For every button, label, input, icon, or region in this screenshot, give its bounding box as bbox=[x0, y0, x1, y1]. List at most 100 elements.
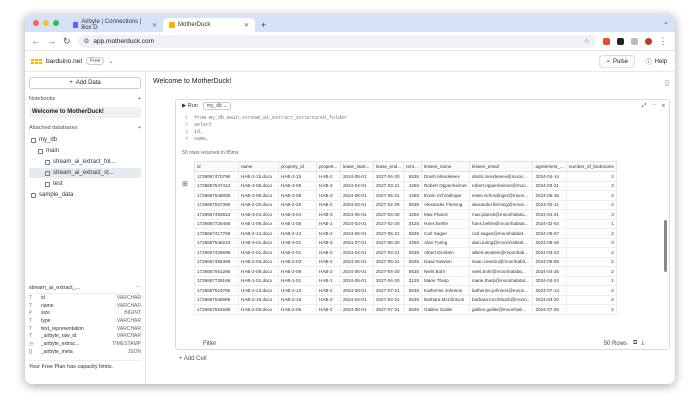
tree-item[interactable]: test bbox=[29, 179, 141, 189]
column-header[interactable]: id bbox=[194, 161, 239, 172]
attach-database-icon[interactable]: + bbox=[138, 125, 141, 131]
panel-toggle-icon[interactable]: ▯ bbox=[665, 79, 669, 87]
table-row[interactable]: 1728667554596 HAB-2-05.docx HAB-2-05 HAB-2 2… bbox=[194, 304, 617, 315]
filter-button[interactable]: Filter bbox=[203, 341, 216, 347]
chevron-down-icon[interactable]: ⌄ bbox=[108, 58, 113, 65]
url-text: app.motherduck.com bbox=[93, 37, 155, 45]
tab-search-icon[interactable]: ⌄ bbox=[663, 18, 669, 26]
table-cell: 5535 bbox=[403, 171, 423, 182]
more-options-icon[interactable]: ⋯ bbox=[136, 285, 142, 291]
hamburger-icon[interactable]: ≡ bbox=[662, 103, 665, 109]
field-type: VARCHAR bbox=[116, 302, 141, 309]
column-header[interactable]: name bbox=[238, 161, 279, 172]
column-header[interactable]: lease_start... bbox=[340, 161, 374, 172]
run-button[interactable]: ▶ Run bbox=[182, 103, 198, 109]
table-row[interactable]: 1728667547413 HAB-3-06.docx HAB-3-06 HAB-3 2… bbox=[194, 180, 617, 191]
table-cell: HAB-2 bbox=[316, 304, 341, 315]
table-row[interactable]: 1728667493813 HAB-3-04.docx HAB-3-04 HAB-3 2… bbox=[194, 209, 617, 220]
column-header[interactable]: lessee_name bbox=[421, 161, 470, 172]
extensions-puzzle-icon[interactable] bbox=[630, 37, 638, 45]
close-window-icon[interactable] bbox=[33, 20, 39, 26]
database-selector[interactable]: my_db ⌄ bbox=[202, 102, 232, 110]
column-header[interactable]: lessee_email bbox=[468, 161, 534, 172]
table-cell: Alan Turing bbox=[421, 237, 470, 248]
table-cell: 2024-04-21 bbox=[532, 209, 567, 220]
tab-airbyte[interactable]: Airbyte | Connections | Box D ✕ bbox=[67, 18, 163, 32]
column-header[interactable]: rent... bbox=[403, 161, 423, 172]
table-cell: HAB-3-08 bbox=[278, 190, 317, 201]
tree-item[interactable]: sample_data bbox=[29, 190, 141, 200]
table-cell: 2024-04-01 bbox=[340, 180, 374, 191]
table-cell: 2 bbox=[565, 228, 617, 239]
table-row[interactable]: 1728667546996 HAB-2-16.docx HAB-2-16 HAB-2 2… bbox=[194, 294, 617, 305]
table-cell: 5535 bbox=[403, 266, 423, 277]
column-header[interactable]: number_of_bedrooms bbox=[565, 161, 617, 172]
close-tab-icon[interactable]: ✕ bbox=[152, 22, 157, 29]
table-cell: HAB-2-20 bbox=[278, 199, 317, 210]
tab-motherduck[interactable]: MotherDuck ✕ bbox=[163, 18, 255, 32]
tree-item[interactable]: my_db bbox=[29, 135, 141, 145]
reload-icon[interactable]: ↻ bbox=[63, 36, 71, 46]
table-row[interactable]: 1728667548005 HAB-3-08.docx HAB-3-08 HAB-3 2… bbox=[194, 190, 617, 201]
table-cell: 1 bbox=[565, 275, 617, 286]
table-cell: 2027-04-30 bbox=[372, 171, 405, 182]
notebook-item[interactable]: Welcome to MotherDuck! bbox=[29, 107, 141, 118]
add-data-button[interactable]: + Add Data bbox=[29, 77, 141, 89]
field-name: text_representation bbox=[41, 325, 84, 332]
org-name[interactable]: barduino.net bbox=[46, 58, 82, 65]
chart-toggle-icon[interactable]: ⊞ bbox=[182, 180, 188, 188]
table-row[interactable]: 1728667519786 HAB-2-13.docx HAB-2-13 HAB-2 2… bbox=[194, 285, 617, 296]
table-row[interactable]: 1728667537396 HAB-2-20.docx HAB-2-20 HAB-2 2… bbox=[194, 199, 617, 210]
table-cell: 4250 bbox=[403, 180, 423, 191]
row-count: 50 Rows bbox=[603, 340, 628, 347]
column-header[interactable]: property_id bbox=[278, 161, 317, 172]
table-row[interactable]: 1728667548213 HAB-3-01.docx HAB-3-01 HAB-3 2… bbox=[194, 237, 617, 248]
results-scrollbar[interactable] bbox=[664, 220, 667, 272]
bookmark-star-icon[interactable]: ☆ bbox=[584, 37, 590, 45]
forward-icon[interactable]: → bbox=[47, 36, 56, 46]
add-cell-button[interactable]: + Add Cell bbox=[179, 356, 207, 362]
table-cell: 5535 bbox=[403, 304, 423, 315]
table-cell: 5535 bbox=[403, 285, 423, 296]
table-cell: HAB-2-05 bbox=[278, 304, 317, 315]
expand-icon[interactable]: ⤢ bbox=[642, 103, 646, 110]
column-header[interactable]: agreement_... bbox=[532, 161, 567, 172]
copy-icon[interactable]: ⧉ bbox=[633, 340, 637, 347]
pulse-button[interactable]: ⌁ Pulse bbox=[599, 55, 635, 68]
back-icon[interactable]: ← bbox=[31, 36, 40, 46]
results-grid: id name property_id propert... lease_start..… bbox=[194, 161, 669, 334]
table-cell: 2024-03-23 bbox=[532, 247, 567, 258]
table-cell: 2024-05-01 bbox=[340, 266, 374, 277]
table-cell: max.planck@moonhabita... bbox=[468, 209, 534, 220]
add-notebook-icon[interactable]: + bbox=[138, 96, 141, 102]
maximize-window-icon[interactable] bbox=[53, 20, 59, 26]
plan-badge: Free bbox=[86, 57, 105, 65]
url-bar[interactable]: ⚙ app.motherduck.com ☆ bbox=[77, 34, 596, 48]
table-row[interactable]: 1728667426698 HAB-2-01.docx HAB-2-01 HAB-2 2… bbox=[194, 247, 617, 258]
sql-editor[interactable]: 1 from my_db.main.stream_ai_extract_struc… bbox=[176, 115, 669, 146]
table-row[interactable]: 1728667417769 HAB-2-14.docx HAB-2-14 HAB-2 2… bbox=[194, 228, 617, 239]
minimize-window-icon[interactable] bbox=[43, 20, 49, 26]
extension-icon[interactable] bbox=[616, 37, 624, 45]
tree-item[interactable]: stream_ai_extract_st... bbox=[29, 168, 141, 178]
table-row[interactable]: 1728667726468 HAB-1-06.docx HAB-1-06 HAB-1 2… bbox=[194, 218, 617, 229]
table-row[interactable]: 1728667470796 HAB-2-15.docx HAB-2-15 HAB-2 2… bbox=[194, 171, 617, 182]
column-header[interactable]: lease_end... bbox=[372, 161, 405, 172]
table-row[interactable]: 1728667561296 HAB-2-08.docx HAB-2-08 HAB-2 2… bbox=[194, 266, 617, 277]
download-icon[interactable]: ⤓ bbox=[641, 340, 644, 347]
table-cell: 2024-07-01 bbox=[340, 237, 374, 248]
close-tab-icon[interactable]: ✕ bbox=[244, 22, 249, 29]
column-header[interactable]: propert... bbox=[316, 161, 341, 172]
tree-item[interactable]: main bbox=[29, 146, 141, 156]
tree-item[interactable]: stream_ai_extract_fol... bbox=[29, 157, 141, 167]
browser-menu-icon[interactable]: ⋮ bbox=[659, 36, 668, 46]
profile-avatar-icon[interactable] bbox=[644, 37, 652, 45]
cell-menu-icon[interactable]: ⋯ bbox=[651, 103, 657, 109]
new-tab-button[interactable]: + bbox=[255, 18, 272, 32]
table-row[interactable]: 1728667486398 HAB-2-03.docx HAB-2-03 HAB-2 2… bbox=[194, 256, 617, 267]
extension-icon[interactable] bbox=[602, 37, 610, 45]
site-info-icon[interactable]: ⚙ bbox=[84, 37, 90, 45]
table-row[interactable]: 1728667729168 HAB-1-01.docx HAB-1-01 HAB-1 2… bbox=[194, 275, 617, 286]
help-button[interactable]: ⓘ Help bbox=[646, 55, 667, 68]
field-type-icon: {} bbox=[29, 348, 33, 355]
